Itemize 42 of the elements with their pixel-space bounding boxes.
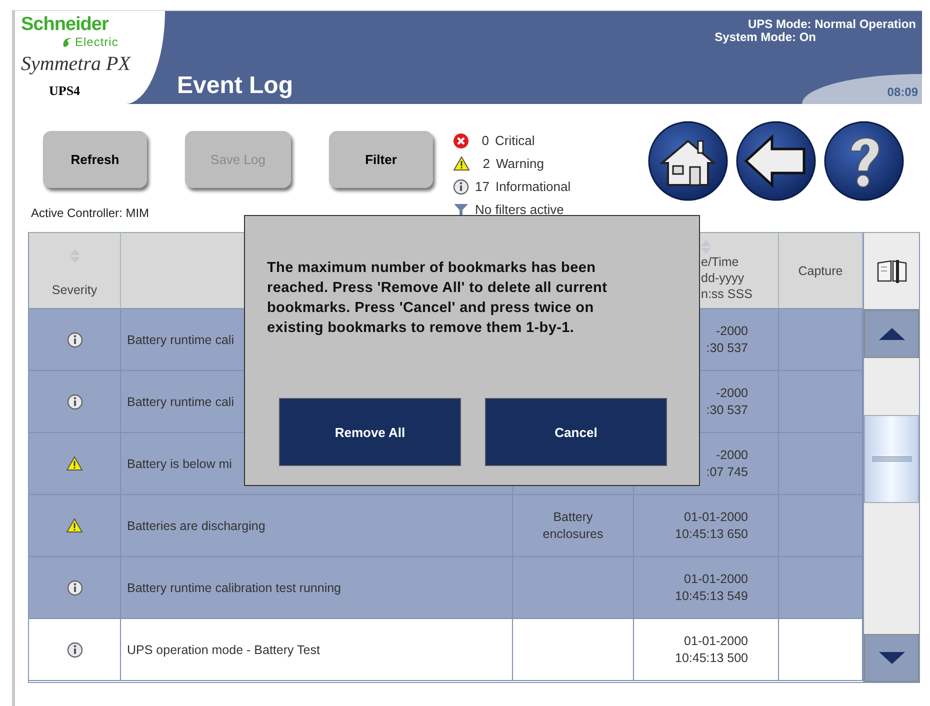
event-message: Battery runtime calibration test running — [127, 580, 341, 594]
event-date: -2000 — [716, 446, 748, 464]
event-time: 10:45:13 549 — [675, 588, 748, 604]
column-header-label: Severity — [52, 283, 98, 297]
event-time: :07 745 — [706, 464, 748, 480]
system-mode: System Mode: On — [714, 31, 817, 44]
event-time: 10:45:13 650 — [675, 526, 748, 542]
page-title: Event Log — [177, 72, 294, 100]
clock-time: 08:09 — [887, 85, 918, 99]
event-time: :30 537 — [706, 402, 748, 418]
event-date: 01-01-2000 — [684, 508, 748, 526]
event-count: 17 — [475, 179, 490, 194]
event-count: 2 — [482, 156, 490, 171]
event-date: -2000 — [716, 322, 748, 340]
summary-label: No filters active — [475, 202, 564, 217]
summary-label: Critical — [495, 133, 535, 148]
event-message: Battery is below mi — [127, 456, 232, 470]
dialog-message: The maximum number of bookmarks has been reached. Press 'Remove All' to delete all current bookmarks. Press 'Cancel' and press twice on existing bookmarks to remove them 1-by-1. — [267, 259, 608, 338]
event-date: -2000 — [716, 384, 748, 402]
unit-name: UPS4 — [49, 83, 82, 99]
event-time: 10:45:13 500 — [675, 650, 748, 666]
event-date: 01-01-2000 — [684, 632, 748, 650]
brand-name: Schneider — [21, 15, 110, 35]
product-name: Symmetra PX — [21, 53, 132, 75]
column-header-label: e/Time — [701, 254, 740, 270]
event-message: Battery runtime cali — [127, 394, 234, 408]
event-time: :30 537 — [706, 340, 748, 356]
event-source: enclosures — [542, 526, 604, 542]
summary-label: Warning — [496, 156, 544, 171]
brand-subtitle: Electric — [75, 35, 118, 49]
event-date: 01-01-2000 — [684, 570, 748, 588]
active-controller: Active Controller: MIM — [31, 206, 150, 220]
event-count: 0 — [480, 133, 489, 148]
event-message: UPS operation mode - Battery Test — [127, 642, 320, 656]
column-header-label: dd-yyyy — [701, 270, 746, 286]
column-header-label: n:ss SSS — [701, 286, 752, 302]
column-header-label: Capture — [798, 264, 843, 278]
ups-mode: UPS Mode: Normal Operation — [748, 18, 917, 31]
summary-label: Informational — [495, 179, 571, 194]
event-message: Battery runtime cali — [127, 332, 234, 346]
event-source: Battery — [553, 508, 593, 526]
event-message: Batteries are discharging — [127, 518, 266, 532]
